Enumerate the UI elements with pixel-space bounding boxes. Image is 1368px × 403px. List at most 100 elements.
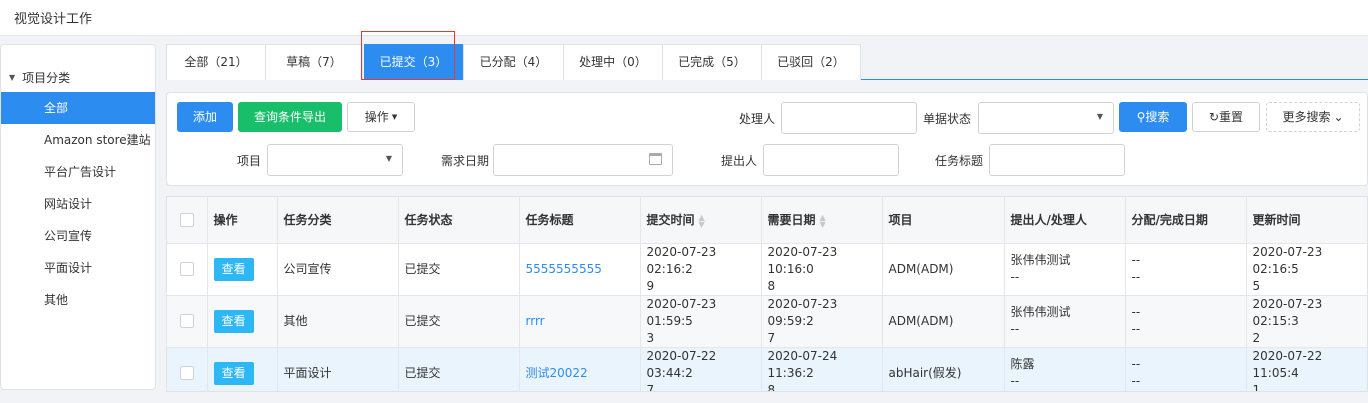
search-label: 搜索 (1145, 110, 1170, 124)
col-header-title: 任务标题 (519, 197, 641, 244)
assign-date: -- (1131, 305, 1141, 319)
update-time-cell: 2020-07-23 02:15:3 2 (1246, 295, 1367, 348)
col-header-update-time: 更新时间 (1246, 197, 1367, 244)
category-cell: 公司宣传 (277, 243, 399, 296)
col-header-need-date[interactable]: 需要日期 ▲ ▼ (761, 197, 883, 244)
sidebar-item-graphic-design[interactable]: 平面设计 (1, 252, 155, 284)
search-button[interactable]: ⚲搜索 (1119, 102, 1187, 132)
tab-completed[interactable]: 已完成（5） (662, 44, 762, 80)
submit-time-line1: 2020-07-22 03:44:2 (646, 348, 717, 380)
handler-name: -- (1010, 322, 1020, 336)
task-title-link[interactable]: 5555555555 (526, 262, 602, 276)
sort-icon[interactable]: ▲ ▼ (699, 213, 705, 228)
chevron-down-icon: ⌄ (1333, 110, 1344, 124)
need-date-line2: 8 (767, 278, 776, 293)
category-tree-header[interactable]: ▼ 项目分类 (9, 69, 70, 86)
sidebar-item-other[interactable]: 其他 (1, 284, 155, 316)
export-button[interactable]: 查询条件导出 (238, 102, 342, 132)
submit-time-cell: 2020-07-23 01:59:5 3 (640, 295, 762, 348)
row-checkbox[interactable] (179, 314, 194, 328)
col-header-status: 任务状态 (398, 197, 520, 244)
submit-time-line2: 3 (646, 330, 655, 345)
caret-down-icon[interactable]: ▼ (9, 73, 15, 82)
project-cell: abHair(假发) (882, 347, 1005, 391)
select-all-cell (167, 197, 208, 244)
reset-label: 重置 (1219, 110, 1244, 124)
sidebar-item-amazon-store[interactable]: Amazon store建站 (1, 124, 155, 156)
update-time-line2: 1 (1252, 382, 1261, 392)
status-label: 单据状态 (922, 112, 971, 126)
chevron-down-icon: ▼ (385, 154, 392, 163)
update-time-line1: 2020-07-23 02:15:3 (1252, 296, 1323, 328)
submit-time-cell: 2020-07-23 02:16:2 9 (640, 243, 762, 296)
sidebar-item-platform-ads[interactable]: 平台广告设计 (1, 156, 155, 188)
need-date-cell: 2020-07-24 11:36:2 8 (761, 347, 883, 391)
task-table: 操作 任务分类 任务状态 任务标题 提交时间 ▲ ▼ 需要日期 ▲ ▼ 项目 提出人/处… (166, 196, 1368, 392)
reset-button[interactable]: ↻重置 (1192, 102, 1260, 132)
submitter-name: 张伟伟测试 (1010, 253, 1071, 267)
complete-date: -- (1131, 270, 1141, 284)
select-all-checkbox[interactable] (179, 213, 194, 227)
col-header-submit-time[interactable]: 提交时间 ▲ ▼ (640, 197, 762, 244)
submitter-input[interactable] (763, 144, 899, 176)
person-cell: 陈露 -- (1004, 347, 1126, 391)
handler-name: -- (1010, 270, 1020, 284)
row-select-cell (167, 295, 208, 348)
tab-assigned[interactable]: 已分配（4） (463, 44, 564, 80)
task-title-input[interactable] (989, 144, 1125, 176)
col-header-need-date-label: 需要日期 (767, 213, 816, 228)
filter-panel: 添加 查询条件导出 操作 ▼ 处理人 单据状态 ▼ ⚲搜索 ↻重置 更多搜索 ⌄ 项… (166, 92, 1368, 186)
view-button[interactable]: 查看 (213, 257, 254, 281)
sort-icon[interactable]: ▲ ▼ (820, 213, 826, 228)
assign-date: -- (1131, 357, 1141, 371)
need-date-line1: 2020-07-23 09:59:2 (767, 296, 838, 328)
add-button[interactable]: 添加 (177, 102, 233, 132)
title-cell: 测试20022 (519, 347, 641, 391)
status-select[interactable]: ▼ (978, 102, 1114, 134)
row-select-cell (167, 347, 208, 391)
col-header-project: 项目 (882, 197, 1005, 244)
sidebar-item-website-design[interactable]: 网站设计 (1, 188, 155, 220)
table-row[interactable]: 查看 其他 已提交 rrrr 2020-07-23 01:59:5 3 2020-… (167, 295, 1367, 348)
task-title-link[interactable]: rrrr (526, 314, 545, 328)
view-button[interactable]: 查看 (213, 309, 254, 333)
project-cell: ADM(ADM) (882, 295, 1005, 348)
refresh-icon: ↻ (1208, 110, 1220, 124)
row-checkbox[interactable] (179, 366, 194, 380)
col-header-category: 任务分类 (277, 197, 399, 244)
sidebar-item-company-promo[interactable]: 公司宣传 (1, 220, 155, 252)
col-header-person: 提出人/处理人 (1004, 197, 1126, 244)
more-search-button[interactable]: 更多搜索 ⌄ (1266, 102, 1360, 132)
operate-dropdown[interactable]: 操作 ▼ (347, 102, 415, 132)
need-date-cell: 2020-07-23 09:59:2 7 (761, 295, 883, 348)
complete-date: -- (1131, 374, 1141, 388)
more-search-label: 更多搜索 (1282, 110, 1331, 124)
title-cell: 5555555555 (519, 243, 641, 296)
action-cell: 查看 (207, 243, 278, 296)
submit-time-line1: 2020-07-23 01:59:5 (646, 296, 717, 328)
row-checkbox[interactable] (179, 262, 194, 276)
calendar-icon (649, 153, 662, 165)
action-cell: 查看 (207, 347, 278, 391)
submit-time-cell: 2020-07-22 03:44:2 7 (640, 347, 762, 391)
tab-all[interactable]: 全部（21） (166, 44, 266, 80)
submit-time-line1: 2020-07-23 02:16:2 (646, 244, 717, 276)
tab-submitted[interactable]: 已提交（3） (364, 44, 463, 80)
tab-processing[interactable]: 处理中（0） (563, 44, 663, 80)
table-row[interactable]: 查看 平面设计 已提交 测试20022 2020-07-22 03:44:2 7 … (167, 347, 1367, 392)
project-select[interactable]: ▼ (267, 144, 403, 176)
table-row[interactable]: 查看 公司宣传 已提交 5555555555 2020-07-23 02:16:… (167, 243, 1367, 296)
need-date-picker[interactable] (493, 144, 673, 176)
submitter-name: 陈露 (1010, 357, 1035, 371)
update-time-line2: 5 (1252, 278, 1261, 293)
sidebar-item-all[interactable]: 全部 (1, 92, 155, 124)
category-cell: 平面设计 (277, 347, 399, 391)
tab-draft[interactable]: 草稿（7） (265, 44, 363, 80)
update-time-cell: 2020-07-23 02:16:5 5 (1246, 243, 1367, 296)
project-cell: ADM(ADM) (882, 243, 1005, 296)
handler-input[interactable] (781, 102, 917, 134)
view-button[interactable]: 查看 (213, 361, 254, 385)
tab-rejected[interactable]: 已驳回（2） (761, 44, 861, 80)
handler-label: 处理人 (738, 112, 775, 126)
task-title-link[interactable]: 测试20022 (526, 366, 588, 380)
